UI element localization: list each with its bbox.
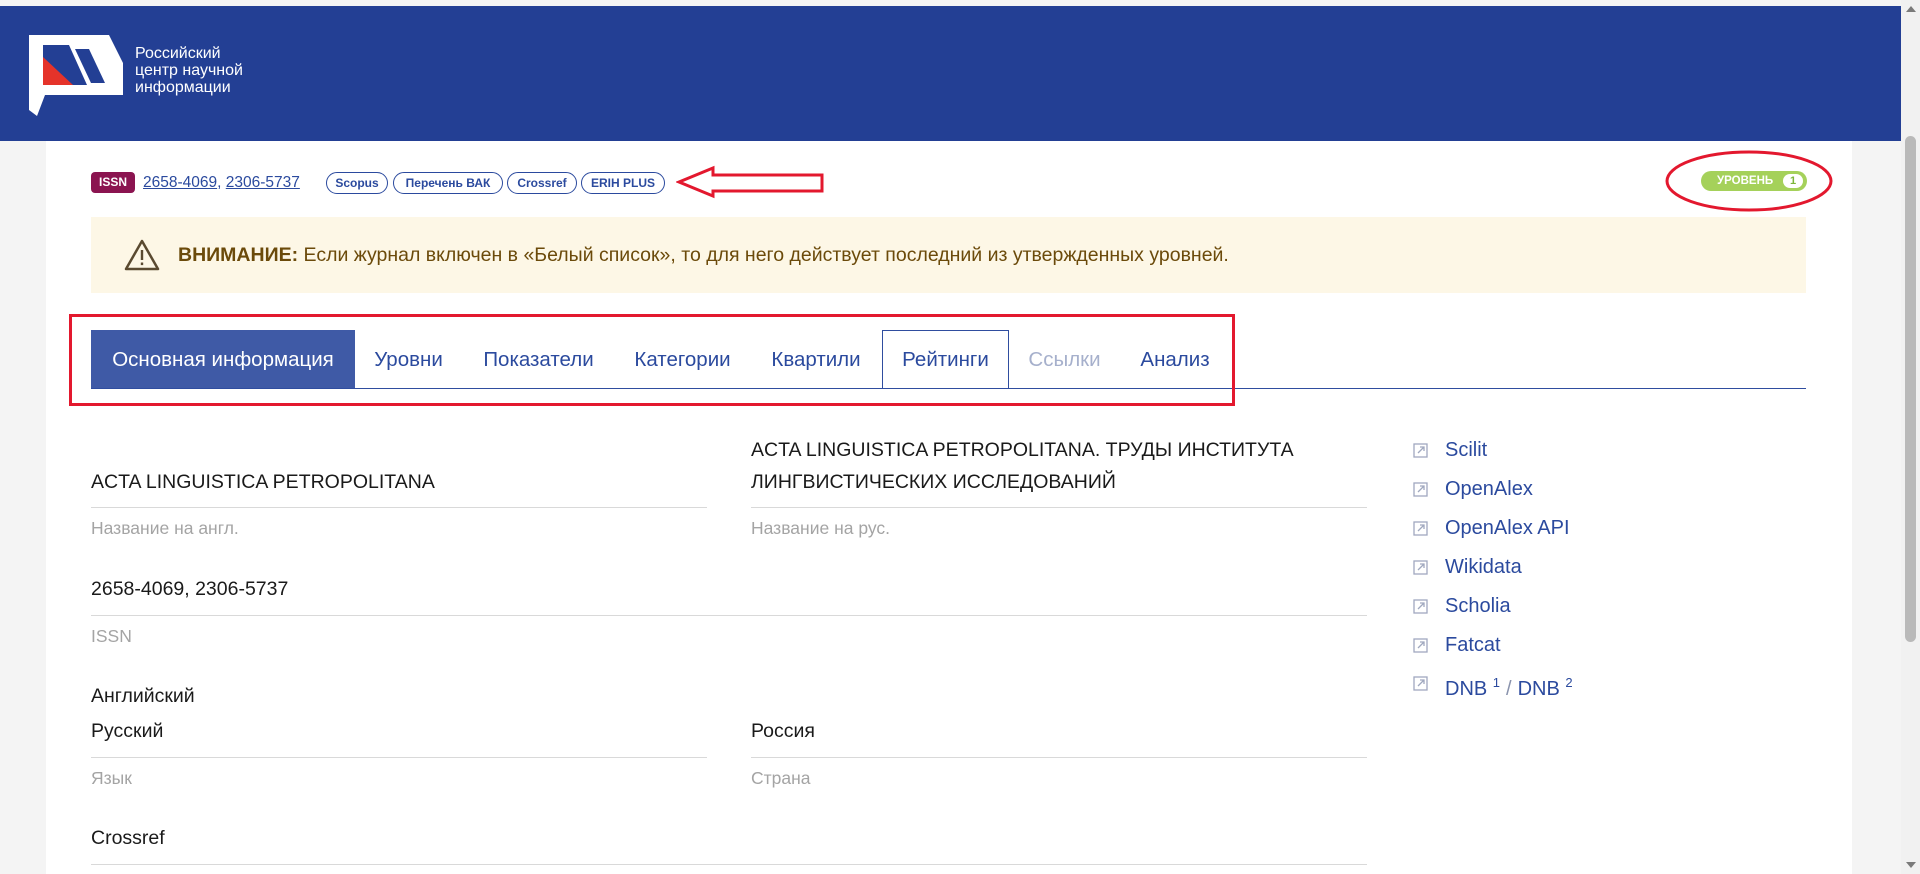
field-title-ru-label: Название на рус. xyxy=(751,518,891,538)
ext-link-dnb-sup-1: 1 xyxy=(1492,675,1501,690)
issn-link-online[interactable]: 2306-5737 xyxy=(226,174,300,191)
index-badge-vak[interactable]: Перечень ВАК xyxy=(393,172,503,194)
field-divider xyxy=(91,757,707,758)
field-issn-value: 2658-4069, 2306-5737 xyxy=(91,578,289,600)
external-link-icon xyxy=(1413,443,1428,458)
ext-link-label: Scilit xyxy=(1445,439,1488,461)
ext-link-dnb-2[interactable]: DNB 2 xyxy=(1517,675,1573,700)
field-divider xyxy=(751,507,1367,508)
logo-line: центр научной xyxy=(135,62,243,79)
field-divider xyxy=(91,864,1367,865)
ext-link-label: Fatcat xyxy=(1445,634,1501,656)
field-language-label: Язык xyxy=(91,768,132,788)
field-country-label: Страна xyxy=(751,768,811,788)
field-divider xyxy=(751,757,1367,758)
index-badge-erih-plus[interactable]: ERIH PLUS xyxy=(581,172,665,194)
ext-link-dnb-slash: / xyxy=(1506,678,1512,700)
external-link-icon xyxy=(1413,676,1428,691)
ext-link-dnb-1[interactable]: DNB 1 xyxy=(1445,675,1501,700)
external-link-icon xyxy=(1413,482,1428,497)
index-badge-scopus[interactable]: Scopus xyxy=(326,172,388,194)
annotation-tabs-box xyxy=(69,314,1235,406)
field-title-ru-value: ACTA LINGUISTICA PETROPOLITANA. ТРУДЫ ИН… xyxy=(751,439,1294,493)
issn-links: 2658-4069, 2306-5737 xyxy=(143,172,300,193)
ext-link-label: OpenAlex xyxy=(1445,478,1533,500)
ext-link-dnb-label-2: DNB xyxy=(1517,678,1560,700)
field-divider xyxy=(91,507,707,508)
ext-link-label: Wikidata xyxy=(1445,556,1522,578)
scrollbar-thumb[interactable] xyxy=(1905,136,1916,642)
scroll-down-arrow-icon[interactable] xyxy=(1906,862,1916,868)
warning-message: Если журнал включен в «Белый список», то… xyxy=(298,244,1229,266)
field-title-en-value: ACTA LINGUISTICA PETROPOLITANA xyxy=(91,471,435,493)
field-crossref-value: Crossref xyxy=(91,827,165,849)
issn-separator: , xyxy=(217,174,222,191)
field-language-value-1: Английский xyxy=(91,685,195,707)
external-link-icon xyxy=(1413,521,1428,536)
annotation-arrow-icon xyxy=(676,165,824,199)
ext-link-dnb-sup-2: 2 xyxy=(1565,675,1573,690)
ext-link-dnb-group: DNB 1/DNB 2 xyxy=(1445,670,1573,702)
external-link-icon xyxy=(1413,560,1428,575)
external-link-icon xyxy=(1413,599,1428,614)
logo-line: Российский xyxy=(135,45,221,62)
issn-badge: ISSN xyxy=(91,172,135,193)
field-title-en-label: Название на англ. xyxy=(91,518,239,538)
annotation-ellipse-icon xyxy=(1665,150,1833,212)
field-divider xyxy=(91,615,1367,616)
index-badge-crossref[interactable]: Crossref xyxy=(507,172,577,194)
ext-link-dnb-label-1: DNB xyxy=(1445,678,1488,700)
issn-link-print[interactable]: 2658-4069 xyxy=(143,174,217,191)
logo-line: информации xyxy=(135,79,231,96)
warning-banner: ВНИМАНИЕ: Если журнал включен в «Белый с… xyxy=(91,217,1806,293)
warning-title: ВНИМАНИЕ: xyxy=(178,244,299,266)
warning-icon xyxy=(124,239,160,271)
warning-text: ВНИМАНИЕ: Если журнал включен в «Белый с… xyxy=(178,217,1229,293)
scrollbar[interactable] xyxy=(1901,0,1920,874)
external-link-icon xyxy=(1413,638,1428,653)
site-header: Российский центр научной информации xyxy=(0,6,1901,141)
rcsi-logo-icon[interactable] xyxy=(29,35,123,116)
scroll-up-arrow-icon[interactable] xyxy=(1906,6,1916,12)
ext-link-label: Scholia xyxy=(1445,595,1511,617)
field-language-value-2: Русский xyxy=(91,720,164,742)
field-country-value: Россия xyxy=(751,720,815,742)
field-issn-label: ISSN xyxy=(91,626,132,646)
ext-link-label: OpenAlex API xyxy=(1445,517,1570,539)
logo-text: Российский центр научной информации xyxy=(135,45,243,96)
